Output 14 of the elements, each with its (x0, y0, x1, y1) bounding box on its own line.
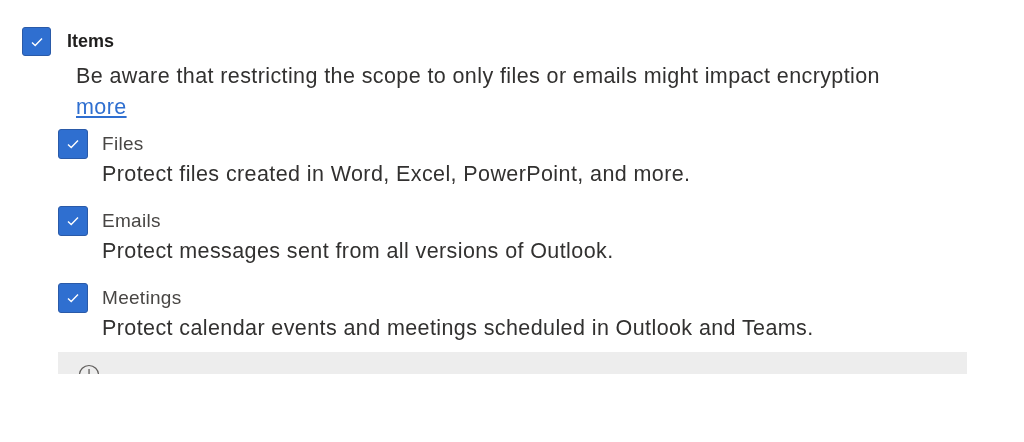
info-icon (78, 364, 100, 374)
option-description: Protect calendar events and meetings scheduled in Outlook and Teams. (102, 315, 815, 342)
option-label: Files (102, 131, 144, 156)
option-description: Protect files created in Word, Excel, PowerPoint, and more. (102, 161, 692, 188)
checkbox[interactable] (58, 206, 88, 236)
more-link[interactable]: more (76, 95, 127, 119)
checkbox[interactable] (58, 283, 88, 313)
checkbox[interactable] (58, 129, 88, 159)
checkbox[interactable] (22, 27, 51, 56)
option-description: Protect messages sent from all versions of Outlook. (102, 238, 615, 265)
group-label: Items (67, 30, 115, 53)
option-label: Emails (102, 208, 161, 233)
option-label: Meetings (102, 285, 182, 310)
group-description: Be aware that restricting the scope to only files or emails might impact encryption (76, 63, 881, 90)
